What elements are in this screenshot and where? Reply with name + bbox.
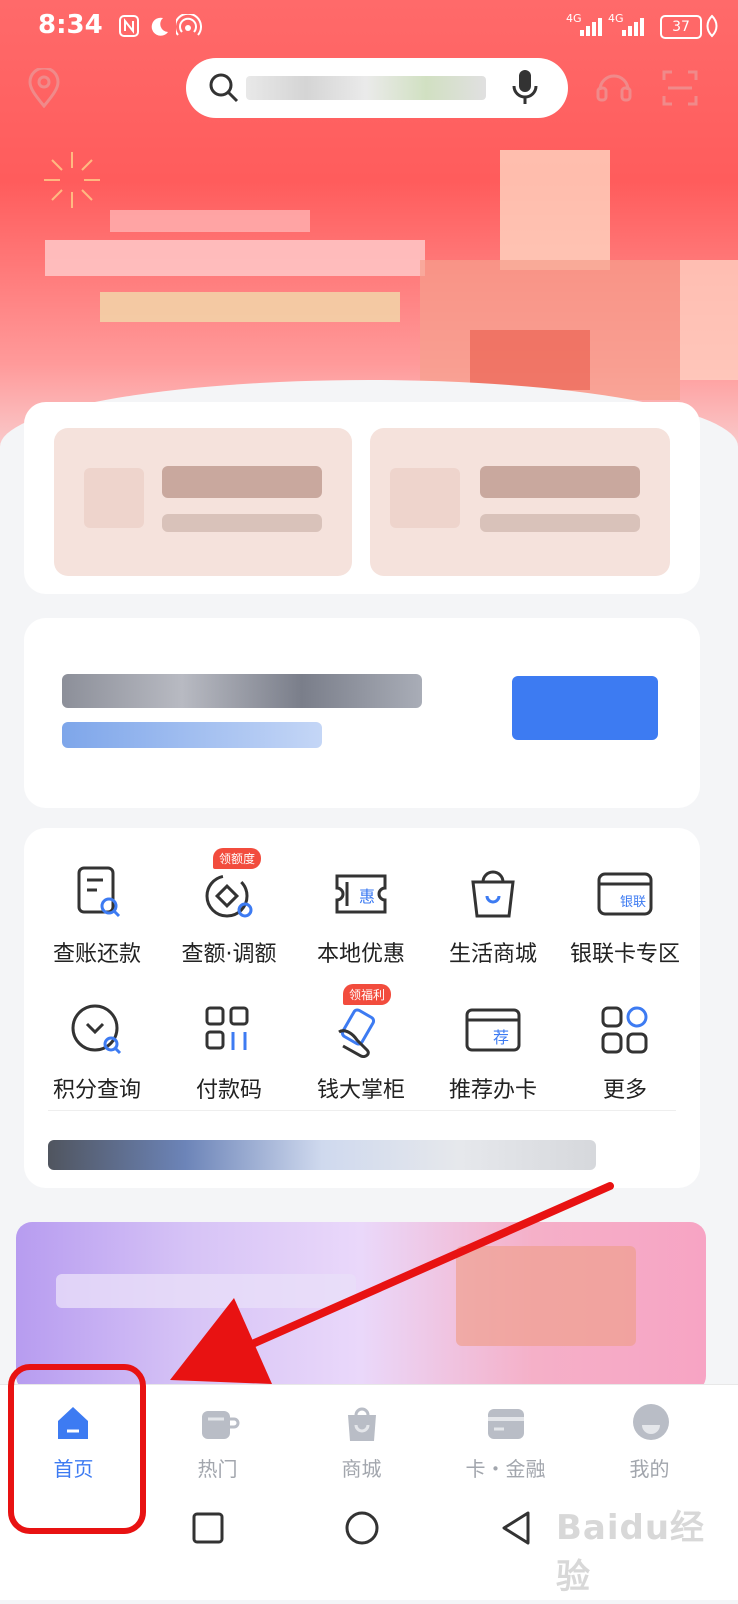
nav-hot[interactable]: 热门 [144,1385,291,1491]
back-icon[interactable] [500,1510,532,1550]
location-icon[interactable] [26,66,62,112]
service-points-query[interactable]: 积分查询 [32,998,162,1104]
microphone-icon[interactable] [510,68,540,112]
recent-apps-icon[interactable] [192,1512,224,1548]
service-label: 推荐办卡 [448,1078,537,1103]
avatar-icon [632,1403,670,1445]
payment-code-icon [197,998,261,1062]
signal-bars-icon [580,16,606,40]
service-payment-code[interactable]: 付款码 [164,998,294,1104]
service-label: 积分查询 [52,1078,141,1103]
svg-text:惠: 惠 [359,887,375,906]
nav-mine[interactable]: 我的 [576,1385,723,1491]
nav-card-finance[interactable]: 卡・金融 [432,1385,579,1491]
limit-adjust-icon: 领额度 [197,848,262,926]
card-icon [486,1407,526,1445]
bag-icon [344,1405,380,1447]
divider [48,1110,676,1111]
svg-text:银联: 银联 [620,895,646,910]
local-coupon-icon: 惠 [329,862,393,926]
service-label: 钱大掌柜 [316,1078,405,1103]
service-label: 本地优惠 [316,942,405,967]
service-label: 更多 [602,1078,647,1103]
promo-card-row [24,402,700,594]
status-time: 8:34 [38,10,103,40]
nav-label: 热门 [197,1457,238,1481]
signal-bars-icon-2 [622,16,648,40]
service-more[interactable]: 更多 [560,998,690,1104]
welfare-badge: 领福利 [343,984,392,1005]
service-label: 付款码 [195,1078,262,1103]
money-hand-icon: 领福利 [329,984,393,1062]
info-card[interactable] [24,618,700,808]
service-life-mall[interactable]: 生活商城 [428,862,558,968]
search-input[interactable] [246,76,486,100]
highlight-box [8,1364,146,1534]
nav-label: 商城 [341,1457,382,1481]
svg-text:荐: 荐 [493,1028,509,1047]
points-search-icon [65,998,129,1062]
service-unionpay-zone[interactable]: 银联 银联卡专区 [560,862,690,968]
scan-icon[interactable] [660,68,700,112]
service-recommend-card[interactable]: 荐 推荐办卡 [428,998,558,1104]
home-button-icon[interactable] [344,1510,380,1550]
search-bar[interactable] [186,58,568,118]
service-grid-card: 查账还款 领额度 查额·调额 惠 本地优惠 生活商城 银联 银联卡专区 积分查询 [24,828,700,1188]
shopping-bag-icon [461,862,525,926]
bill-search-icon [65,862,129,926]
info-card-action-button[interactable] [512,676,658,740]
nav-mall[interactable]: 商城 [288,1385,435,1491]
leaf-icon [704,14,720,42]
service-label: 银联卡专区 [569,942,680,967]
more-icon [593,998,657,1062]
service-label: 生活商城 [448,942,537,967]
search-icon [208,72,240,108]
limit-badge: 领额度 [213,848,262,869]
recommend-card-icon: 荐 [461,998,525,1062]
service-bill-repay[interactable]: 查账还款 [32,862,162,968]
service-limit-adjust[interactable]: 领额度 查额·调额 [164,848,294,968]
nav-label: 我的 [629,1457,670,1481]
battery-icon: 37 [660,15,702,39]
notice-banner[interactable] [48,1140,596,1170]
nav-label: 卡・金融 [465,1457,546,1481]
customer-service-icon[interactable] [594,68,634,112]
service-label: 查账还款 [52,942,141,967]
firework-icon [40,148,104,212]
promo-card-right[interactable] [370,428,670,576]
nfc-icon [118,14,140,42]
unionpay-card-icon: 银联 [593,862,657,926]
service-label: 查额·调额 [181,942,277,967]
hotspot-icon [174,12,202,42]
watermark: Baidu经验 [556,1508,706,1597]
service-local-coupon[interactable]: 惠 本地优惠 [296,862,426,968]
promo-card-left[interactable] [54,428,352,576]
status-bar: 8:34 4G 4G 37 [0,0,738,54]
service-money-manager[interactable]: 领福利 钱大掌柜 [296,984,426,1104]
cup-icon [200,1407,240,1447]
moon-icon [148,14,170,42]
